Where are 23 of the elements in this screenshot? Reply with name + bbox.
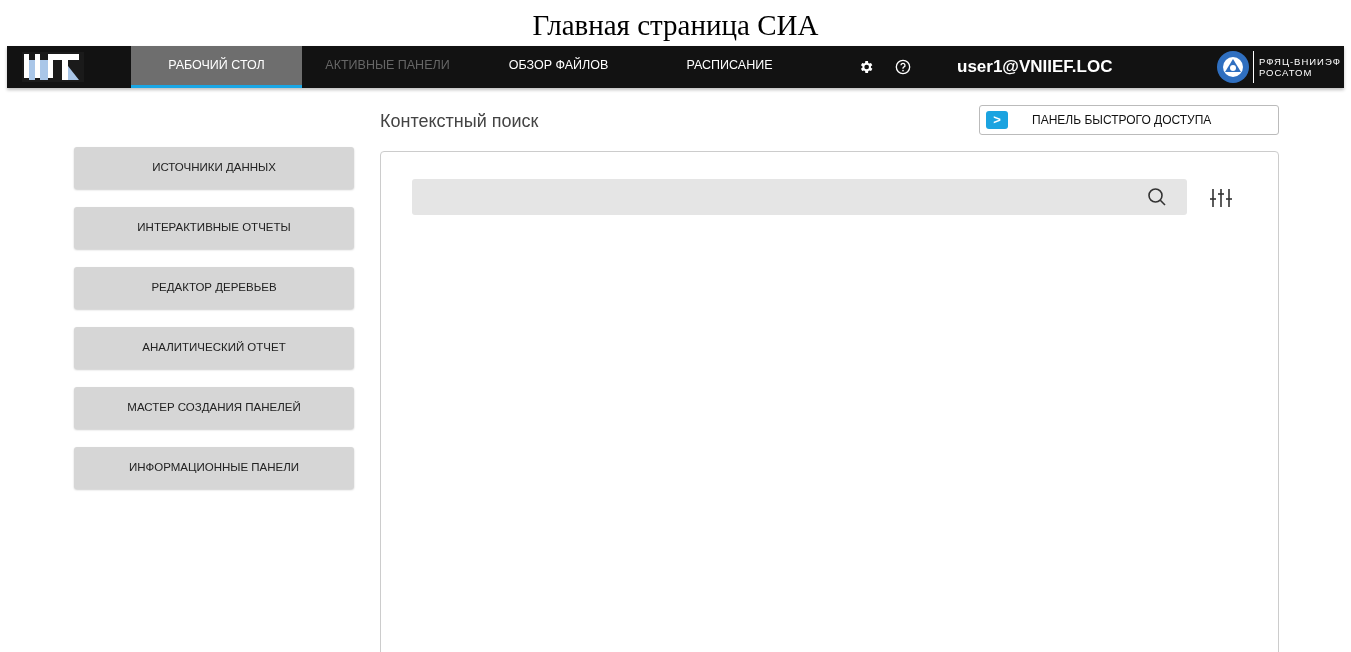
emblem-icon xyxy=(1215,50,1250,84)
filter-icon[interactable] xyxy=(1210,188,1232,208)
settings-icon[interactable] xyxy=(858,59,874,75)
nav-tab[interactable]: РАБОЧИЙ СТОЛ xyxy=(131,46,302,88)
sidebar-button[interactable]: ИНФОРМАЦИОННЫЕ ПАНЕЛИ xyxy=(74,447,354,489)
organization-name: РОСАТОМ xyxy=(1258,67,1314,78)
chevron-badge: > xyxy=(986,110,1008,129)
quick-access-button[interactable]: > ПАНЕЛЬ БЫСТРОГО ДОСТУПА xyxy=(979,104,1279,135)
sidebar-button[interactable]: РЕДАКТОР ДЕРЕВЬЕВ xyxy=(74,267,354,309)
sidebar-button[interactable]: АНАЛИТИЧЕСКИЙ ОТЧЕТ xyxy=(74,327,354,369)
logo-icon xyxy=(22,52,84,82)
nav-tab[interactable]: ОБЗОР ФАЙЛОВ xyxy=(473,46,644,88)
user-account[interactable]: user1@VNIIEF.LOC xyxy=(957,54,1113,80)
help-icon[interactable] xyxy=(895,59,911,75)
sidebar-button[interactable]: МАСТЕР СОЗДАНИЯ ПАНЕЛЕЙ xyxy=(74,387,354,429)
organization-name: РФЯЦ-ВНИИЭФ xyxy=(1258,56,1341,67)
sidebar-button[interactable]: ИНТЕРАКТИВНЫЕ ОТЧЕТЫ xyxy=(74,207,354,249)
search-field[interactable] xyxy=(412,179,1187,215)
section-heading: Контекстный поиск xyxy=(380,109,539,133)
search-icon[interactable] xyxy=(1147,187,1167,207)
sidebar-button[interactable]: ИСТОЧНИКИ ДАННЫХ xyxy=(74,147,354,189)
page-title: Главная страница СИА xyxy=(532,7,819,40)
nav-tab[interactable]: РАСПИСАНИЕ xyxy=(644,46,815,88)
